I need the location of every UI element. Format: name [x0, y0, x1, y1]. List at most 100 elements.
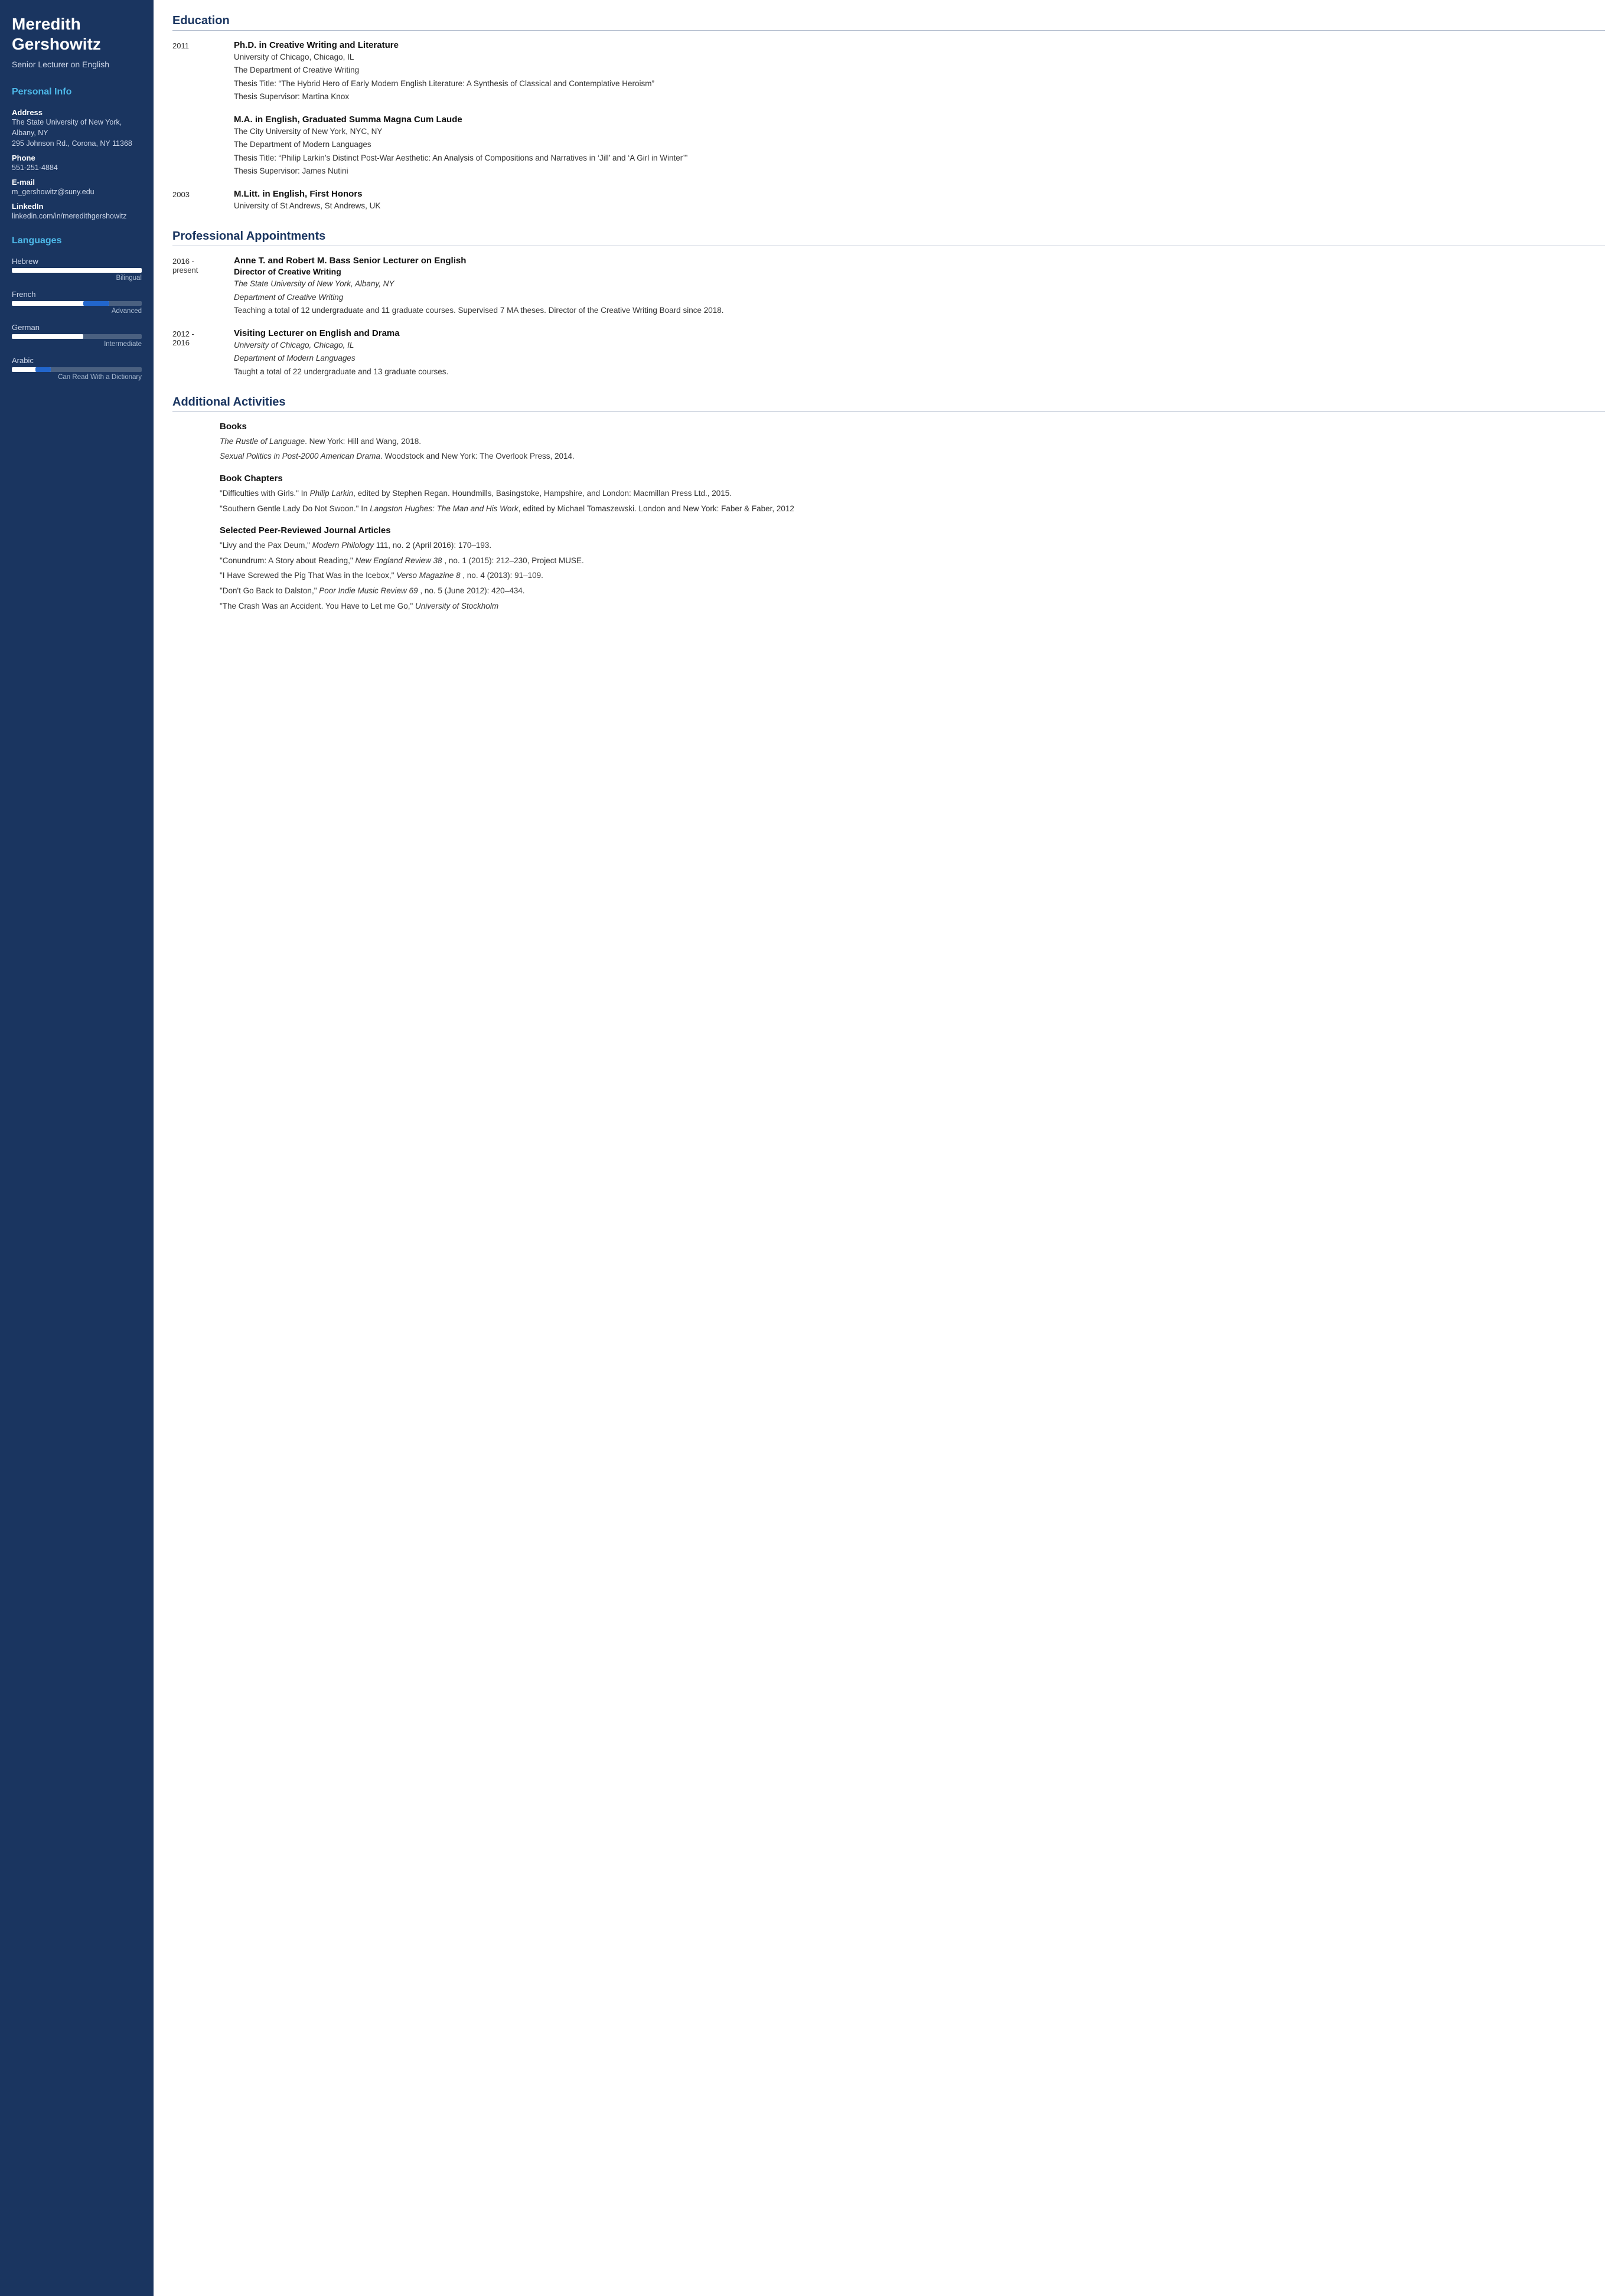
- phone-label: Phone: [12, 153, 142, 162]
- journal-articles-heading: Selected Peer-Reviewed Journal Articles: [220, 525, 1605, 535]
- lang-name-german: German: [12, 323, 142, 332]
- phone-block: Phone 551-251-4884: [12, 153, 142, 172]
- chapter-1: "Difficulties with Girls." In Philip Lar…: [220, 487, 1605, 500]
- lang-accent-arabic: [35, 367, 51, 372]
- languages-heading: Languages: [12, 232, 142, 250]
- email-block: E-mail m_gershowitz@suny.edu: [12, 178, 142, 196]
- edu-degree-ma: M.A. in English, Graduated Summa Magna C…: [234, 115, 1605, 125]
- education-entry-phd: 2011 Ph.D. in Creative Writing and Liter…: [172, 40, 1605, 104]
- phone-value: 551-251-4884: [12, 164, 142, 172]
- lang-bar-french: [12, 301, 142, 306]
- person-title: Senior Lecturer on English: [12, 60, 142, 69]
- address-line-3: 295 Johnson Rd., Corona, NY 11368: [12, 139, 142, 148]
- person-name: Meredith Gershowitz: [12, 14, 142, 54]
- edu-dept-phd: The Department of Creative Writing: [234, 64, 1605, 76]
- appointment-1: 2016 - present Anne T. and Robert M. Bas…: [172, 256, 1605, 318]
- appt-institution-2: University of Chicago, Chicago, IL: [234, 339, 1605, 351]
- edu-content-mlitt: M.Litt. in English, First Honors Univers…: [234, 189, 1605, 213]
- education-section: Education 2011 Ph.D. in Creative Writing…: [172, 14, 1605, 213]
- education-entry-ma: M.A. in English, Graduated Summa Magna C…: [172, 115, 1605, 178]
- address-block: Address The State University of New York…: [12, 108, 142, 148]
- book-chapters-heading: Book Chapters: [220, 473, 1605, 484]
- edu-degree-mlitt: M.Litt. in English, First Honors: [234, 189, 1605, 199]
- appt-title-2: Visiting Lecturer on English and Drama: [234, 328, 1605, 338]
- edu-dept-ma: The Department of Modern Languages: [234, 139, 1605, 151]
- personal-info-heading: Personal Info: [12, 83, 142, 101]
- book-2-title: Sexual Politics in Post-2000 American Dr…: [220, 452, 380, 460]
- language-german: German Intermediate: [12, 323, 142, 348]
- email-label: E-mail: [12, 178, 142, 187]
- activities-content: Books The Rustle of Language. New York: …: [172, 422, 1605, 612]
- lang-bar-german: [12, 334, 142, 339]
- appt-institution-1: The State University of New York, Albany…: [234, 278, 1605, 290]
- lang-bar-arabic: [12, 367, 142, 372]
- linkedin-block: LinkedIn linkedin.com/in/meredithgershow…: [12, 202, 142, 220]
- article-5: "The Crash Was an Accident. You Have to …: [220, 600, 1605, 613]
- edu-thesis-phd: Thesis Title: “The Hybrid Hero of Early …: [234, 78, 1605, 90]
- article-2: "Conundrum: A Story about Reading," New …: [220, 554, 1605, 567]
- appt-year-1: 2016 - present: [172, 256, 220, 318]
- main-content: Education 2011 Ph.D. in Creative Writing…: [154, 0, 1624, 2296]
- address-line-2: Albany, NY: [12, 129, 142, 137]
- lang-level-hebrew: Bilingual: [12, 275, 142, 282]
- appt-desc-1: Teaching a total of 12 undergraduate and…: [234, 305, 1605, 316]
- lang-fill-german: [12, 334, 83, 339]
- email-value: m_gershowitz@suny.edu: [12, 188, 142, 196]
- edu-year-phd: 2011: [172, 40, 220, 104]
- lang-accent-french: [83, 301, 109, 306]
- lang-bar-hebrew: [12, 268, 142, 273]
- appt-desc-2: Taught a total of 22 undergraduate and 1…: [234, 366, 1605, 378]
- book-chapters-block: Book Chapters "Difficulties with Girls."…: [220, 473, 1605, 515]
- lang-name-hebrew: Hebrew: [12, 257, 142, 266]
- books-block: Books The Rustle of Language. New York: …: [220, 422, 1605, 463]
- edu-supervisor-phd: Thesis Supervisor: Martina Knox: [234, 91, 1605, 103]
- book-1-title: The Rustle of Language: [220, 437, 305, 446]
- appointments-heading: Professional Appointments: [172, 230, 1605, 246]
- lang-name-french: French: [12, 290, 142, 299]
- appt-dept-1: Department of Creative Writing: [234, 292, 1605, 303]
- appt-title-1: Anne T. and Robert M. Bass Senior Lectur…: [234, 256, 1605, 266]
- book-2: Sexual Politics in Post-2000 American Dr…: [220, 450, 1605, 463]
- sidebar: Meredith Gershowitz Senior Lecturer on E…: [0, 0, 154, 2296]
- appointments-section: Professional Appointments 2016 - present…: [172, 230, 1605, 379]
- books-heading: Books: [220, 422, 1605, 432]
- journal-articles-block: Selected Peer-Reviewed Journal Articles …: [220, 525, 1605, 612]
- edu-supervisor-ma: Thesis Supervisor: James Nutini: [234, 165, 1605, 177]
- education-heading: Education: [172, 14, 1605, 31]
- article-1: "Livy and the Pax Deum," Modern Philolog…: [220, 539, 1605, 552]
- edu-institution-mlitt: University of St Andrews, St Andrews, UK: [234, 200, 1605, 212]
- edu-degree-phd: Ph.D. in Creative Writing and Literature: [234, 40, 1605, 50]
- appt-subtitle-1: Director of Creative Writing: [234, 267, 1605, 276]
- linkedin-value: linkedin.com/in/meredithgershowitz: [12, 212, 142, 220]
- edu-institution-phd: University of Chicago, Chicago, IL: [234, 51, 1605, 63]
- lang-level-french: Advanced: [12, 308, 142, 315]
- lang-level-arabic: Can Read With a Dictionary: [12, 374, 142, 381]
- edu-year-mlitt: 2003: [172, 189, 220, 213]
- activities-section: Additional Activities Books The Rustle o…: [172, 396, 1605, 612]
- appt-year-2: 2012 - 2016: [172, 328, 220, 379]
- edu-institution-ma: The City University of New York, NYC, NY: [234, 126, 1605, 138]
- article-4: "Don't Go Back to Dalston," Poor Indie M…: [220, 584, 1605, 597]
- appt-content-2: Visiting Lecturer on English and Drama U…: [234, 328, 1605, 379]
- language-french: French Advanced: [12, 290, 142, 315]
- article-3: "I Have Screwed the Pig That Was in the …: [220, 569, 1605, 582]
- address-label: Address: [12, 108, 142, 117]
- appt-dept-2: Department of Modern Languages: [234, 352, 1605, 364]
- edu-content-ma: M.A. in English, Graduated Summa Magna C…: [234, 115, 1605, 178]
- edu-content-phd: Ph.D. in Creative Writing and Literature…: [234, 40, 1605, 104]
- book-1: The Rustle of Language. New York: Hill a…: [220, 435, 1605, 448]
- appointment-2: 2012 - 2016 Visiting Lecturer on English…: [172, 328, 1605, 379]
- language-arabic: Arabic Can Read With a Dictionary: [12, 356, 142, 381]
- lang-fill-hebrew: [12, 268, 142, 273]
- education-entry-mlitt: 2003 M.Litt. in English, First Honors Un…: [172, 189, 1605, 213]
- language-hebrew: Hebrew Bilingual: [12, 257, 142, 282]
- activities-heading: Additional Activities: [172, 396, 1605, 412]
- lang-level-german: Intermediate: [12, 341, 142, 348]
- edu-thesis-ma: Thesis Title: “Philip Larkin’s Distinct …: [234, 152, 1605, 164]
- address-line-1: The State University of New York,: [12, 118, 142, 126]
- appt-content-1: Anne T. and Robert M. Bass Senior Lectur…: [234, 256, 1605, 318]
- linkedin-label: LinkedIn: [12, 202, 142, 211]
- edu-year-ma: [172, 115, 220, 178]
- lang-name-arabic: Arabic: [12, 356, 142, 365]
- chapter-2: "Southern Gentle Lady Do Not Swoon." In …: [220, 502, 1605, 515]
